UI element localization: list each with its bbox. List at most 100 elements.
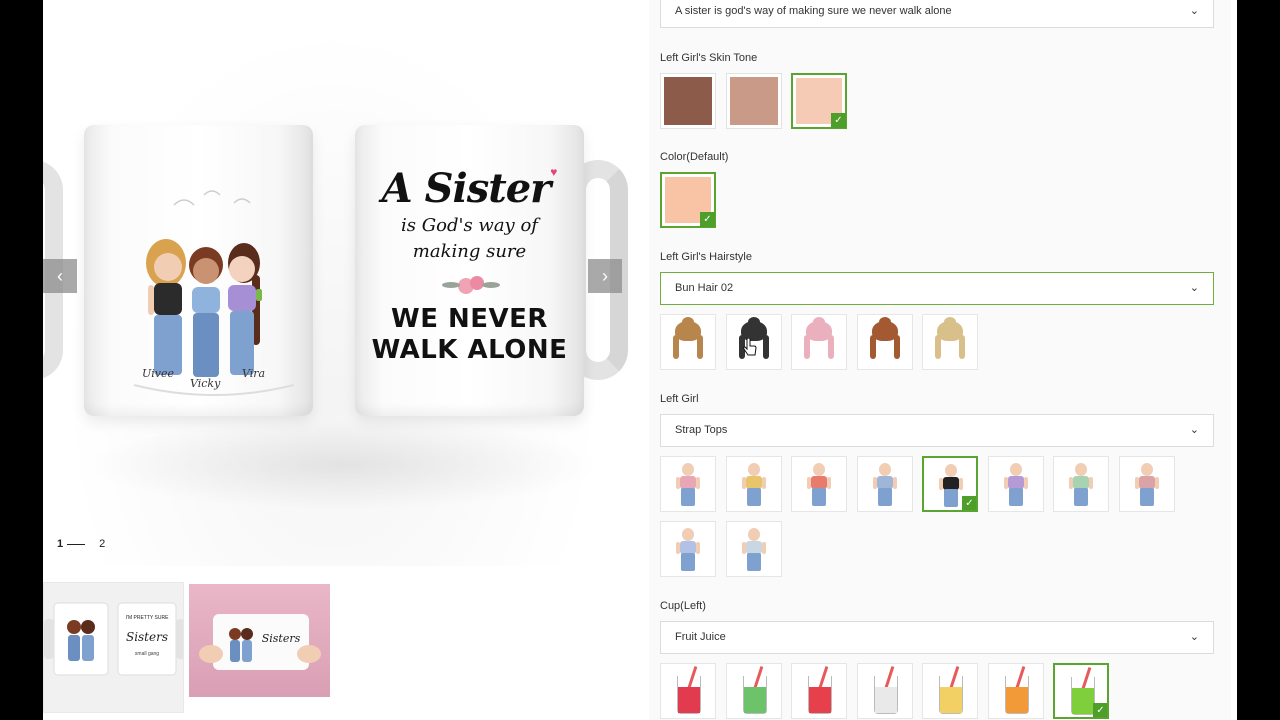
thumbnail-2-image: Sisters xyxy=(199,614,321,670)
outfit-tile-6[interactable] xyxy=(987,456,1044,512)
gallery-prev-button[interactable]: ‹ xyxy=(43,259,77,293)
skin-tone-swatch-1[interactable] xyxy=(660,73,716,129)
girl-head xyxy=(747,528,760,541)
hairstyle-select[interactable]: Bun Hair 02 ⌄ xyxy=(660,272,1214,305)
hairstyle-tile-4[interactable] xyxy=(856,314,913,370)
girl-jeans xyxy=(812,488,826,506)
drink-liquid xyxy=(743,687,766,713)
cup-tile-2[interactable] xyxy=(725,663,782,719)
girl-arm-right xyxy=(696,477,700,489)
mug-front-left: Uivee Vicky Vira xyxy=(84,125,313,416)
outfit-tile-3[interactable] xyxy=(791,456,847,512)
outfit-tile-4[interactable] xyxy=(856,456,913,512)
girl-arm-left xyxy=(1003,477,1008,489)
skin-tone-swatch-3[interactable]: ✓ xyxy=(791,73,847,129)
mug-front-right: A Sister♥ is God's way of making sure WE… xyxy=(355,125,584,416)
girl-jeans xyxy=(746,488,761,506)
swatch-fill xyxy=(730,77,778,125)
hair-side-right xyxy=(828,335,834,359)
girl-jeans xyxy=(681,488,695,506)
girl-head xyxy=(878,463,891,476)
drink-liquid xyxy=(874,687,897,713)
drink-liquid xyxy=(1072,688,1094,714)
drink-liquid xyxy=(1005,687,1028,713)
svg-text:small gang: small gang xyxy=(135,651,159,657)
cup-tile-3[interactable] xyxy=(791,663,847,719)
quote-select[interactable]: A sister is god's way of making sure we … xyxy=(660,0,1214,28)
outfit-tile-5[interactable]: ✓ xyxy=(922,456,978,512)
gallery-next-button[interactable]: › xyxy=(588,259,622,293)
girl-arm-right xyxy=(959,478,963,490)
cup-select-value: Fruit Juice xyxy=(675,631,726,643)
mug-shadow xyxy=(83,420,603,510)
cup-tile-4[interactable] xyxy=(856,663,913,719)
quote-select-value: A sister is god's way of making sure we … xyxy=(675,5,952,17)
product-gallery: Uivee Vicky Vira A Sister♥ is God's way … xyxy=(43,0,628,713)
girl-arm-left xyxy=(676,542,680,554)
svg-text:Sisters: Sisters xyxy=(262,632,301,645)
hair-side-right xyxy=(959,335,965,359)
outfit-tile-10[interactable] xyxy=(725,521,782,577)
quote-line-4: WE NEVER xyxy=(391,304,548,334)
girl-head xyxy=(945,464,957,477)
hair-side-left xyxy=(869,335,876,359)
svg-text:Sisters: Sisters xyxy=(126,630,168,644)
girl-arm-left xyxy=(939,478,943,490)
hairstyle-tile-1[interactable] xyxy=(660,314,716,370)
glass xyxy=(808,676,832,714)
drink-liquid xyxy=(809,687,831,713)
girl-arm-left xyxy=(741,477,746,489)
heart-icon: ♥ xyxy=(550,165,558,179)
girl-jeans xyxy=(944,489,958,507)
girl-jeans xyxy=(746,553,761,571)
name-label-1: Uivee xyxy=(142,367,175,380)
pager-next[interactable]: 2 xyxy=(99,538,105,550)
glass xyxy=(1004,676,1029,714)
cup-tile-1[interactable] xyxy=(660,663,716,719)
outfit-tile-8[interactable] xyxy=(1118,456,1175,512)
cup-tile-5[interactable] xyxy=(922,663,978,719)
girl-head xyxy=(1009,463,1022,476)
svg-text:I'M PRETTY SURE: I'M PRETTY SURE xyxy=(126,615,169,621)
outfit-select[interactable]: Strap Tops ⌄ xyxy=(660,414,1214,447)
girl-head xyxy=(1140,463,1153,476)
girl-jeans xyxy=(1008,488,1023,506)
hairstyle-tile-3[interactable] xyxy=(791,314,847,370)
outfit-tile-2[interactable] xyxy=(725,456,782,512)
flowers-decoration xyxy=(430,272,510,298)
hairstyle-tile-5[interactable] xyxy=(922,314,978,370)
outfit-select-value: Strap Tops xyxy=(675,424,728,436)
girl-arm-left xyxy=(1134,477,1139,489)
outfit-tile-9[interactable] xyxy=(660,521,716,577)
drink-liquid xyxy=(940,687,962,713)
girl-arm-right xyxy=(696,542,700,554)
chevron-down-icon: ⌄ xyxy=(1189,424,1199,436)
thumbnail-1[interactable]: I'M PRETTY SURE Sisters small gang xyxy=(43,582,184,713)
hairstyle-label: Left Girl's Hairstyle xyxy=(660,251,752,263)
quote-line-5: WALK ALONE xyxy=(371,335,568,365)
check-icon: ✓ xyxy=(831,113,846,128)
girl-arm-right xyxy=(892,477,897,489)
thumbnail-2[interactable]: Sisters xyxy=(189,584,330,697)
chevron-down-icon: ⌄ xyxy=(1189,282,1199,294)
girl-arm-left xyxy=(807,477,811,489)
cup-tile-7[interactable]: ✓ xyxy=(1053,663,1109,719)
cup-tile-6[interactable] xyxy=(987,663,1044,719)
girl-arm-left xyxy=(872,477,877,489)
hair-side-right xyxy=(762,335,769,359)
girl-arm-right xyxy=(1154,477,1159,489)
girl-head xyxy=(747,463,760,476)
check-icon: ✓ xyxy=(1093,703,1107,717)
skin-tone-swatch-2[interactable] xyxy=(726,73,782,129)
swatch-fill xyxy=(664,77,712,125)
color-swatch-1[interactable]: ✓ xyxy=(660,172,716,228)
pager-current[interactable]: 1 xyxy=(57,538,63,550)
glass xyxy=(873,676,898,714)
outfit-tile-1[interactable] xyxy=(660,456,716,512)
cup-select[interactable]: Fruit Juice ⌄ xyxy=(660,621,1214,654)
outfit-tile-7[interactable] xyxy=(1053,456,1109,512)
girl-arm-left xyxy=(741,542,746,554)
main-product-image[interactable]: Uivee Vicky Vira A Sister♥ is God's way … xyxy=(43,0,628,566)
girl-arm-left xyxy=(676,477,680,489)
girl-arm-right xyxy=(761,477,766,489)
